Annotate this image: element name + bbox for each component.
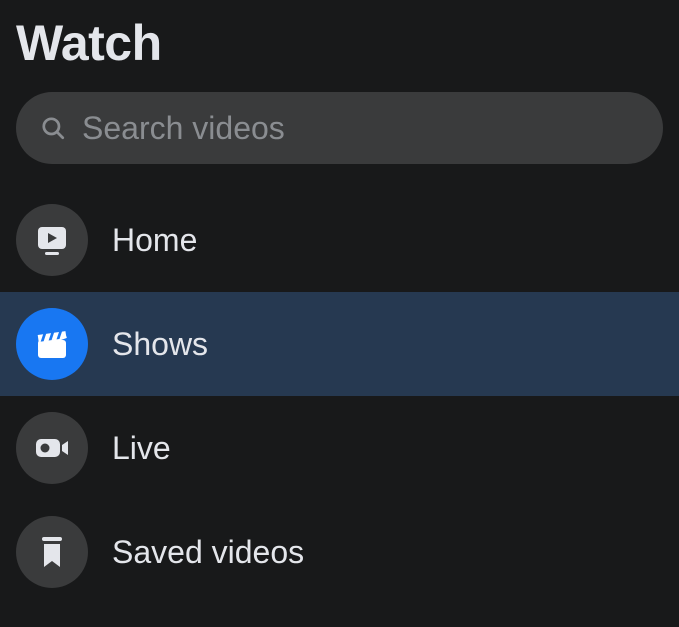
nav-icon-circle: [16, 516, 88, 588]
live-camera-icon: [32, 428, 72, 468]
search-icon: [40, 115, 66, 141]
clapperboard-icon: [32, 324, 72, 364]
search-input[interactable]: [82, 110, 639, 147]
nav-list: Home Shows: [0, 188, 679, 604]
nav-icon-circle: [16, 204, 88, 276]
nav-item-shows[interactable]: Shows: [0, 292, 679, 396]
nav-icon-circle: [16, 412, 88, 484]
nav-item-home[interactable]: Home: [0, 188, 679, 292]
page-title: Watch: [0, 14, 679, 72]
nav-item-label: Saved videos: [112, 534, 304, 571]
nav-item-saved-videos[interactable]: Saved videos: [0, 500, 679, 604]
nav-item-label: Live: [112, 430, 171, 467]
search-wrapper: [0, 92, 679, 164]
nav-item-label: Home: [112, 222, 197, 259]
nav-item-live[interactable]: Live: [0, 396, 679, 500]
search-box[interactable]: [16, 92, 663, 164]
bookmark-icon: [32, 532, 72, 572]
home-video-icon: [32, 220, 72, 260]
nav-item-label: Shows: [112, 326, 208, 363]
nav-icon-circle: [16, 308, 88, 380]
